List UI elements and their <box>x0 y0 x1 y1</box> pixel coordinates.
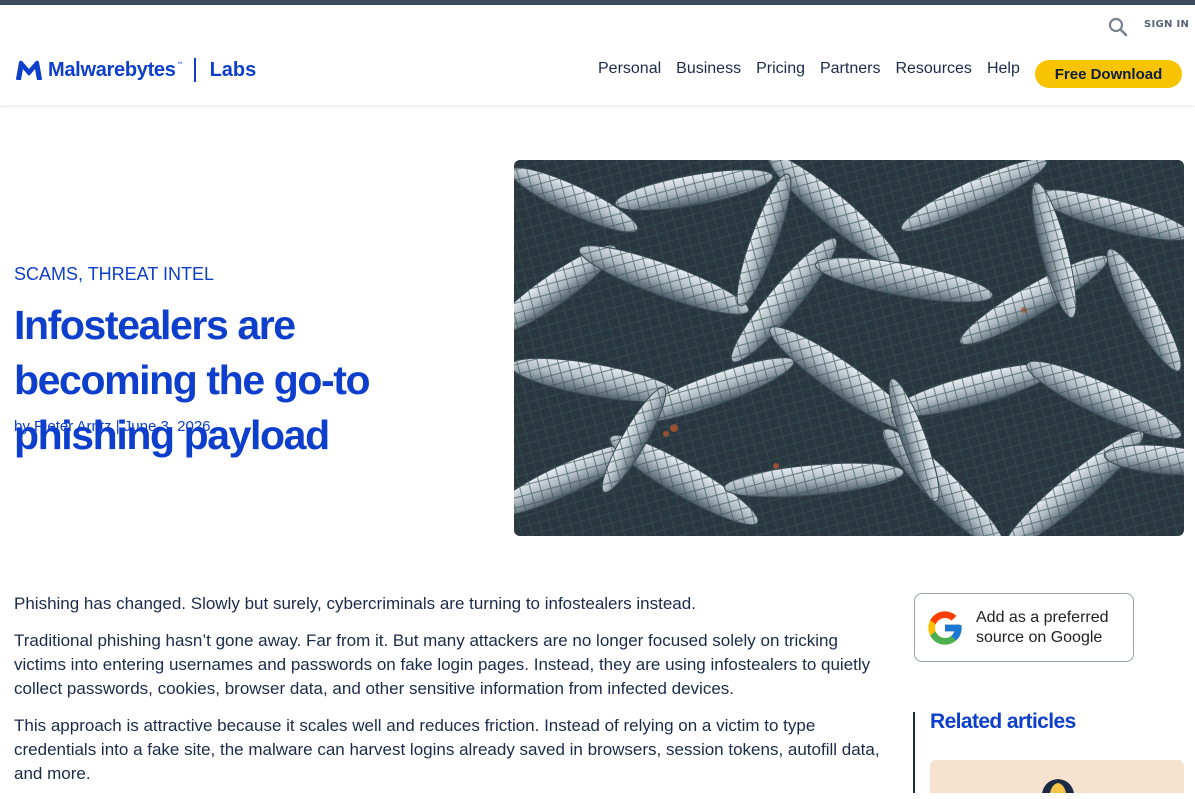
nav-partners[interactable]: Partners <box>820 60 880 78</box>
related-article-thumbnail[interactable] <box>930 760 1184 793</box>
logo-wordmark: Malwarebytes <box>48 58 176 81</box>
nav-pricing[interactable]: Pricing <box>756 60 805 78</box>
article-category[interactable]: SCAMS, THREAT INTEL <box>14 264 214 285</box>
article-byline: by Pieter Arntz | June 3, 2026 <box>14 418 211 435</box>
malwarebytes-logo-icon <box>16 60 42 80</box>
free-download-button[interactable]: Free Download <box>1035 60 1182 88</box>
logo-trademark: ™ <box>176 61 184 69</box>
sign-in-link[interactable]: SIGN IN <box>1144 19 1189 30</box>
google-badge-text: Add as a preferred source on Google <box>976 608 1109 646</box>
fish-in-net-image <box>514 160 1184 536</box>
google-preferred-source-badge[interactable]: Add as a preferred source on Google <box>914 593 1134 662</box>
article-paragraph: Traditional phishing hasn’t gone away. F… <box>14 631 871 698</box>
article-paragraph: Phishing has changed. Slowly but surely,… <box>14 594 696 613</box>
nav-personal[interactable]: Personal <box>598 60 661 78</box>
nav-business[interactable]: Business <box>676 60 741 78</box>
nav-help[interactable]: Help <box>987 60 1020 78</box>
search-icon[interactable] <box>1108 17 1128 37</box>
article-body: Phishing has changed. Slowly but surely,… <box>14 592 894 799</box>
logo-labs: Labs <box>209 58 257 81</box>
related-articles-heading: Related articles <box>930 710 1076 733</box>
google-g-icon <box>928 610 962 645</box>
related-thumbnail-illustration <box>1042 779 1074 793</box>
logo-divider <box>193 58 196 82</box>
related-divider <box>913 712 915 793</box>
site-logo[interactable]: Malwarebytes ™ Labs <box>14 55 256 85</box>
hero-image <box>514 160 1184 536</box>
main-nav: Personal Business Pricing Partners Resou… <box>598 60 1035 78</box>
article-paragraph: This approach is attractive because it s… <box>14 716 880 783</box>
article-title: Infostealers are becoming the go-to phis… <box>14 302 371 458</box>
nav-resources[interactable]: Resources <box>895 60 971 78</box>
site-header: SIGN IN Malwarebytes ™ Labs Personal Bus… <box>0 5 1195 105</box>
